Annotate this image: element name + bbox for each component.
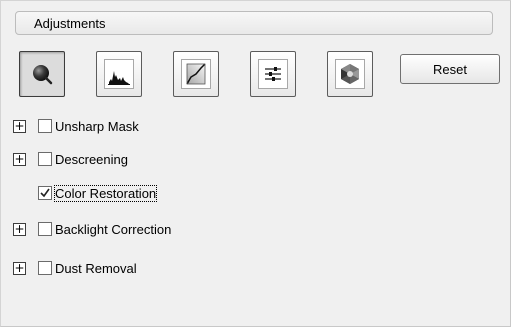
color-palette-tool-button[interactable] [327, 51, 373, 97]
color-palette-icon [335, 59, 365, 89]
sliders-icon [258, 59, 288, 89]
option-row-color-restoration: Color Restoration [13, 184, 158, 202]
reset-button[interactable]: Reset [400, 54, 500, 84]
descreening-checkbox[interactable] [38, 152, 52, 166]
checkmark-icon [40, 188, 50, 198]
color-restoration-checkbox[interactable] [38, 186, 52, 200]
dust-removal-checkbox[interactable] [38, 261, 52, 275]
expand-plus-icon[interactable]: + [13, 261, 26, 275]
image-adjustment-tool-button[interactable] [250, 51, 296, 97]
expand-plus-icon[interactable]: + [13, 152, 26, 166]
histogram-icon [104, 59, 134, 89]
option-row-dust-removal: + Dust Removal [13, 259, 137, 277]
adjustments-title: Adjustments [34, 16, 106, 31]
tone-curve-icon [181, 59, 211, 89]
color-restoration-label[interactable]: Color Restoration [53, 184, 158, 202]
option-row-descreening: + Descreening [13, 150, 128, 168]
unsharp-mask-tool-button[interactable] [19, 51, 65, 97]
expand-plus-icon[interactable]: + [13, 222, 26, 236]
adjustments-header[interactable]: Adjustments [15, 11, 493, 35]
tone-curve-tool-button[interactable] [173, 51, 219, 97]
backlight-correction-checkbox[interactable] [38, 222, 52, 236]
dust-removal-label[interactable]: Dust Removal [55, 261, 137, 276]
unsharp-mask-checkbox[interactable] [38, 119, 52, 133]
option-row-unsharp-mask: + Unsharp Mask [13, 117, 139, 135]
histogram-tool-button[interactable] [96, 51, 142, 97]
unsharp-mask-label[interactable]: Unsharp Mask [55, 119, 139, 134]
adjustments-panel: Adjustments Reset + Unsharp Mask + Descr… [0, 0, 511, 327]
option-row-backlight-correction: + Backlight Correction [13, 220, 171, 238]
expand-plus-icon[interactable]: + [13, 119, 26, 133]
backlight-correction-label[interactable]: Backlight Correction [55, 222, 171, 237]
sphere-icon [27, 59, 57, 89]
descreening-label[interactable]: Descreening [55, 152, 128, 167]
